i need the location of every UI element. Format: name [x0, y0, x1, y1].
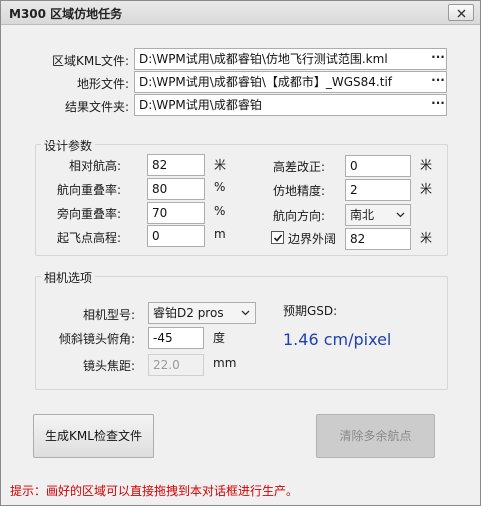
- forward-overlap-label: 航向重叠率:: [56, 183, 121, 197]
- focal-length-unit: mm: [213, 356, 237, 370]
- tilt-angle-unit: 度: [213, 331, 226, 345]
- close-icon: [457, 9, 466, 18]
- terrain-precision-unit: 米: [420, 182, 433, 196]
- result-folder-label: 结果文件夹:: [64, 100, 129, 114]
- boundary-expand-input[interactable]: 82: [345, 228, 411, 250]
- focal-length-input: 22.0: [148, 354, 204, 376]
- takeoff-elevation-label: 起飞点高程:: [56, 231, 121, 245]
- heading-direction-select[interactable]: 南北: [345, 204, 411, 226]
- terrain-file-label: 地形文件:: [76, 77, 129, 91]
- height-diff-input[interactable]: 0: [345, 155, 411, 177]
- relative-height-input[interactable]: 82: [147, 154, 205, 176]
- kml-browse-button[interactable]: ···: [429, 49, 447, 69]
- side-overlap-unit: %: [214, 204, 226, 218]
- gsd-label: 预期GSD:: [283, 304, 338, 318]
- focal-length-label: 镜头焦距:: [82, 359, 135, 373]
- relative-height-unit: 米: [214, 158, 227, 172]
- camera-model-select[interactable]: 睿铂D2 pros: [148, 302, 256, 324]
- side-overlap-input[interactable]: 70: [147, 202, 205, 224]
- boundary-expand-label: 边界外阔: [288, 232, 337, 246]
- clear-waypoints-button[interactable]: 清除多余航点: [316, 414, 435, 458]
- heading-direction-value: 南北: [350, 208, 375, 222]
- result-folder-field[interactable]: D:\WPM试用\成都睿铂: [134, 94, 447, 116]
- hint-text: 提示：画好的区域可以直接拖拽到本对话框进行生产。: [10, 484, 299, 498]
- terrain-precision-label: 仿地精度:: [272, 184, 325, 198]
- close-button[interactable]: [448, 4, 474, 21]
- generate-kml-button[interactable]: 生成KML检查文件: [33, 414, 154, 458]
- title-bar[interactable]: M300 区域仿地任务: [1, 1, 480, 25]
- camera-options-title: 相机选项: [41, 269, 96, 286]
- chevron-down-icon: [241, 310, 250, 316]
- side-overlap-label: 旁向重叠率:: [56, 207, 121, 221]
- height-diff-unit: 米: [420, 158, 433, 172]
- checkmark-icon: [273, 234, 283, 242]
- terrain-precision-input[interactable]: 2: [345, 179, 411, 201]
- dialog-window: M300 区域仿地任务 区域KML文件: D:\WPM试用\成都睿铂\仿地飞行测…: [0, 0, 481, 506]
- chevron-down-icon: [396, 212, 405, 218]
- takeoff-elevation-unit: m: [214, 227, 226, 241]
- tilt-angle-input[interactable]: -45: [148, 327, 204, 349]
- result-browse-button[interactable]: ···: [429, 95, 447, 115]
- height-diff-label: 高差改正:: [272, 160, 325, 174]
- boundary-expand-unit: 米: [420, 231, 433, 245]
- boundary-expand-checkbox[interactable]: [271, 231, 284, 244]
- kml-file-label: 区域KML文件:: [52, 54, 129, 68]
- window-title: M300 区域仿地任务: [9, 7, 123, 21]
- gsd-value: 1.46 cm/pixel: [283, 330, 392, 349]
- terrain-file-field[interactable]: D:\WPM试用\成都睿铂\【成都市】_WGS84.tif: [134, 71, 447, 93]
- kml-file-field[interactable]: D:\WPM试用\成都睿铂\仿地飞行测试范围.kml: [134, 48, 447, 70]
- forward-overlap-unit: %: [214, 180, 226, 194]
- camera-model-label: 相机型号:: [82, 308, 135, 322]
- tilt-angle-label: 倾斜镜头俯角:: [58, 332, 135, 346]
- relative-height-label: 相对航高:: [68, 159, 121, 173]
- terrain-browse-button[interactable]: ···: [429, 72, 447, 92]
- design-params-title: 设计参数: [41, 137, 96, 154]
- camera-model-value: 睿铂D2 pros: [153, 306, 224, 320]
- forward-overlap-input[interactable]: 80: [147, 178, 205, 200]
- takeoff-elevation-input[interactable]: 0: [147, 225, 205, 247]
- heading-direction-label: 航向方向:: [272, 209, 325, 223]
